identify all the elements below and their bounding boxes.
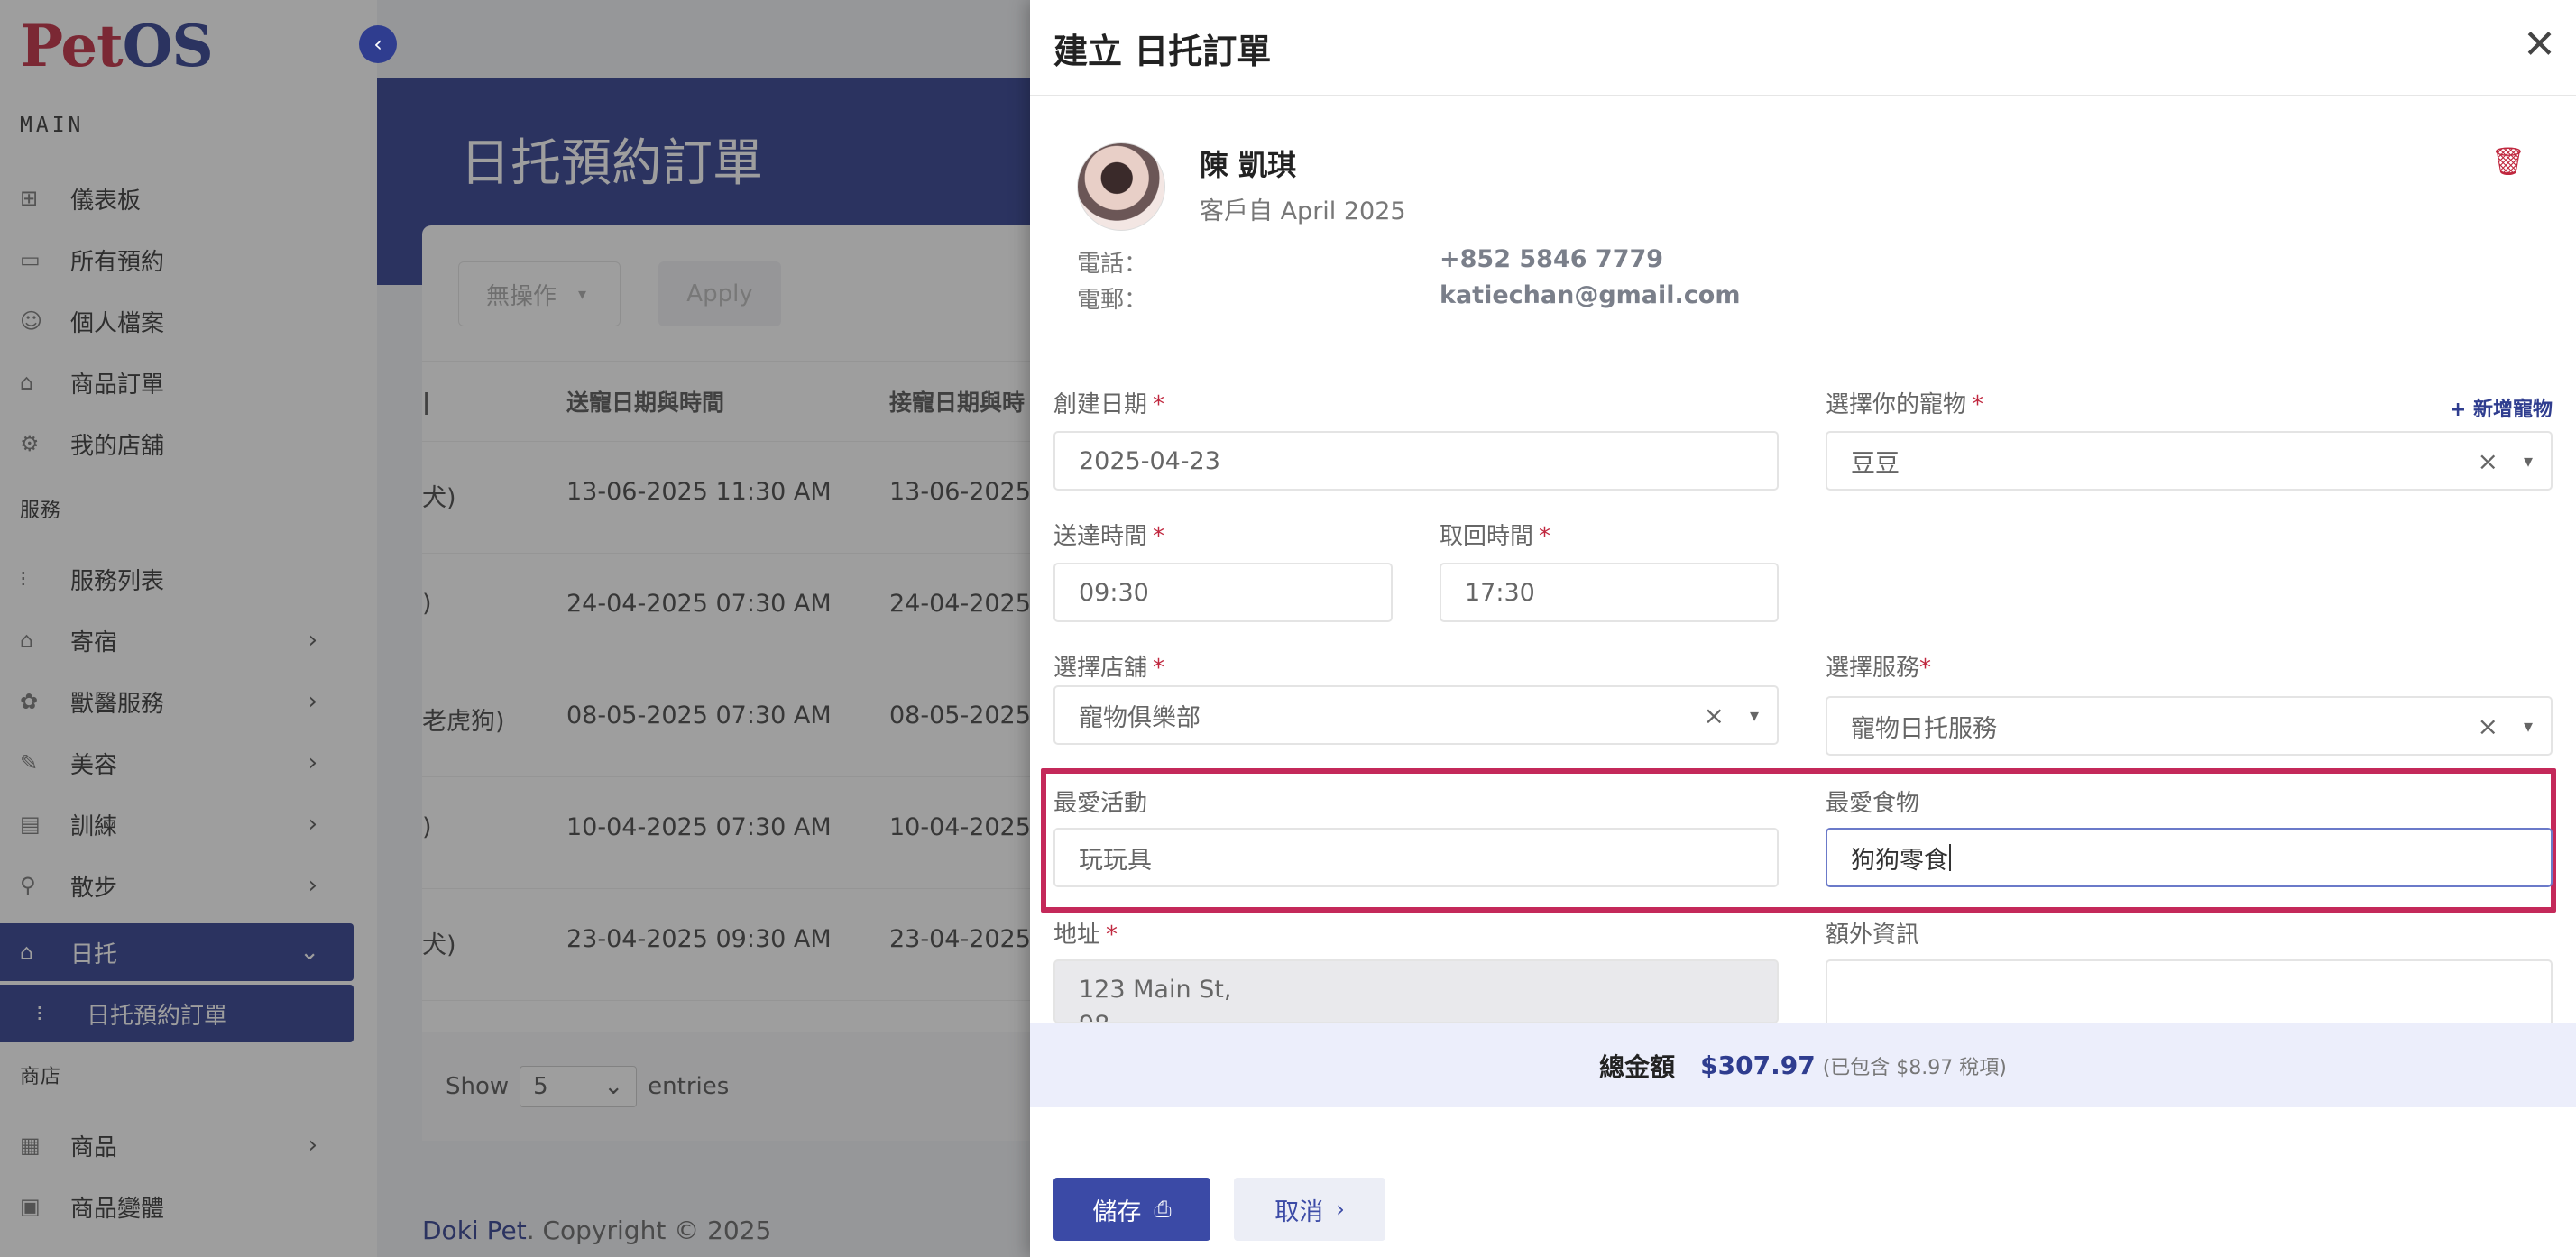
text-cursor [1949, 844, 1951, 871]
customer-avatar [1077, 142, 1165, 231]
save-label: 儲存 [1092, 1197, 1142, 1226]
input-value: 玩玩具 [1079, 846, 1152, 875]
total-bar: 總金額 $307.97 (已包含 $8.97 稅項) [1030, 1023, 2576, 1107]
favorite-activity-label: 最愛活動 [1053, 790, 1148, 817]
email-label: 電郵： [1077, 287, 1148, 314]
dropoff-time-input[interactable]: 09:30 [1053, 563, 1393, 622]
trash-icon[interactable]: 🗑 [2491, 146, 2525, 178]
address-line: 123 Main St, [1079, 976, 1232, 1004]
dropoff-time-label: 送達時間 * [1053, 518, 1164, 551]
modal-backdrop[interactable] [0, 0, 1030, 1257]
label-text: 取回時間 [1440, 523, 1534, 550]
required-mark: * [1972, 391, 1984, 418]
favorite-food-label: 最愛食物 [1826, 790, 1920, 817]
save-button[interactable]: 儲存 ⎙ [1053, 1178, 1210, 1241]
select-pet-label: 選擇你的寵物 * [1826, 386, 1983, 419]
cancel-button[interactable]: 取消 › [1234, 1178, 1385, 1241]
select-store-dropdown[interactable]: 寵物俱樂部 × ▾ [1053, 685, 1779, 745]
required-mark: * [1153, 391, 1165, 418]
pickup-time-input[interactable]: 17:30 [1440, 563, 1779, 622]
caret-down-icon: ▾ [2523, 715, 2533, 737]
created-date-input[interactable]: 2025-04-23 [1053, 431, 1779, 491]
address-line: 98 [1079, 1011, 1109, 1022]
chevron-right-icon: › [1336, 1197, 1345, 1222]
total-value: $307.97 [1700, 1051, 1816, 1080]
cancel-label: 取消 [1274, 1197, 1324, 1226]
customer-name: 陳 凱琪 [1200, 148, 1297, 182]
caret-down-icon: ▾ [1749, 704, 1759, 726]
extra-info-label: 額外資訊 [1826, 922, 1920, 949]
favorite-activity-input[interactable]: 玩玩具 [1053, 828, 1779, 887]
create-daycare-order-drawer: 建立 日托訂單 ✕ 陳 凱琪 客戶自 April 2025 🗑 電話： +852… [1030, 0, 2576, 1257]
address-textarea[interactable]: 123 Main St, 98 [1053, 959, 1779, 1023]
label-text: 選擇店舖 [1053, 655, 1148, 682]
input-value: 09:30 [1079, 578, 1149, 607]
clear-icon[interactable]: × [2478, 711, 2498, 741]
required-mark: * [1153, 655, 1165, 682]
select-value: 寵物日托服務 [1851, 714, 1997, 743]
extra-info-textarea[interactable] [1826, 959, 2553, 1023]
sidebar-collapse-button[interactable]: ‹ [359, 25, 397, 63]
required-mark: * [1153, 523, 1165, 550]
input-value: 狗狗零食 [1851, 846, 1948, 875]
clear-icon[interactable]: × [1704, 701, 1725, 730]
select-store-label: 選擇店舖 * [1053, 649, 1164, 683]
close-icon[interactable]: ✕ [2523, 22, 2556, 68]
label-text: 送達時間 [1053, 523, 1148, 550]
email-value: katiechan@gmail.com [1440, 281, 1741, 309]
pickup-time-label: 取回時間 * [1440, 518, 1550, 551]
caret-down-icon: ▾ [2523, 450, 2533, 472]
phone-value: +852 5846 7779 [1440, 245, 1664, 273]
select-value: 寵物俱樂部 [1079, 703, 1201, 732]
favorite-food-input[interactable]: 狗狗零食 [1826, 828, 2553, 887]
input-value: 17:30 [1465, 578, 1535, 607]
select-service-label: 選擇服務* [1826, 649, 1931, 683]
save-icon: ⎙ [1154, 1197, 1172, 1222]
tax-note: (已包含 $8.97 稅項) [1822, 1056, 2007, 1079]
input-value: 2025-04-23 [1079, 446, 1220, 475]
phone-label: 電話： [1077, 251, 1148, 278]
select-service-dropdown[interactable]: 寵物日托服務 × ▾ [1826, 696, 2553, 756]
label-text: 創建日期 [1053, 391, 1148, 418]
required-mark: * [1106, 922, 1118, 949]
label-text: 選擇你的寵物 [1826, 391, 1967, 418]
customer-since: 客戶自 April 2025 [1200, 197, 1406, 225]
label-text: 地址 [1053, 922, 1101, 949]
required-mark: * [1919, 655, 1932, 682]
label-text: 選擇服務 [1826, 655, 1920, 682]
clear-icon[interactable]: × [2478, 446, 2498, 476]
drawer-header: 建立 日托訂單 ✕ [1030, 0, 2576, 96]
select-value: 豆豆 [1851, 449, 1900, 478]
select-pet-dropdown[interactable]: 豆豆 × ▾ [1826, 431, 2553, 491]
drawer-title: 建立 日托訂單 [1053, 32, 1272, 71]
total-label: 總金額 [1599, 1051, 1676, 1082]
address-label: 地址 * [1053, 916, 1118, 950]
created-date-label: 創建日期 * [1053, 386, 1164, 419]
add-pet-link[interactable]: + 新增寵物 [2450, 393, 2553, 422]
required-mark: * [1539, 523, 1551, 550]
